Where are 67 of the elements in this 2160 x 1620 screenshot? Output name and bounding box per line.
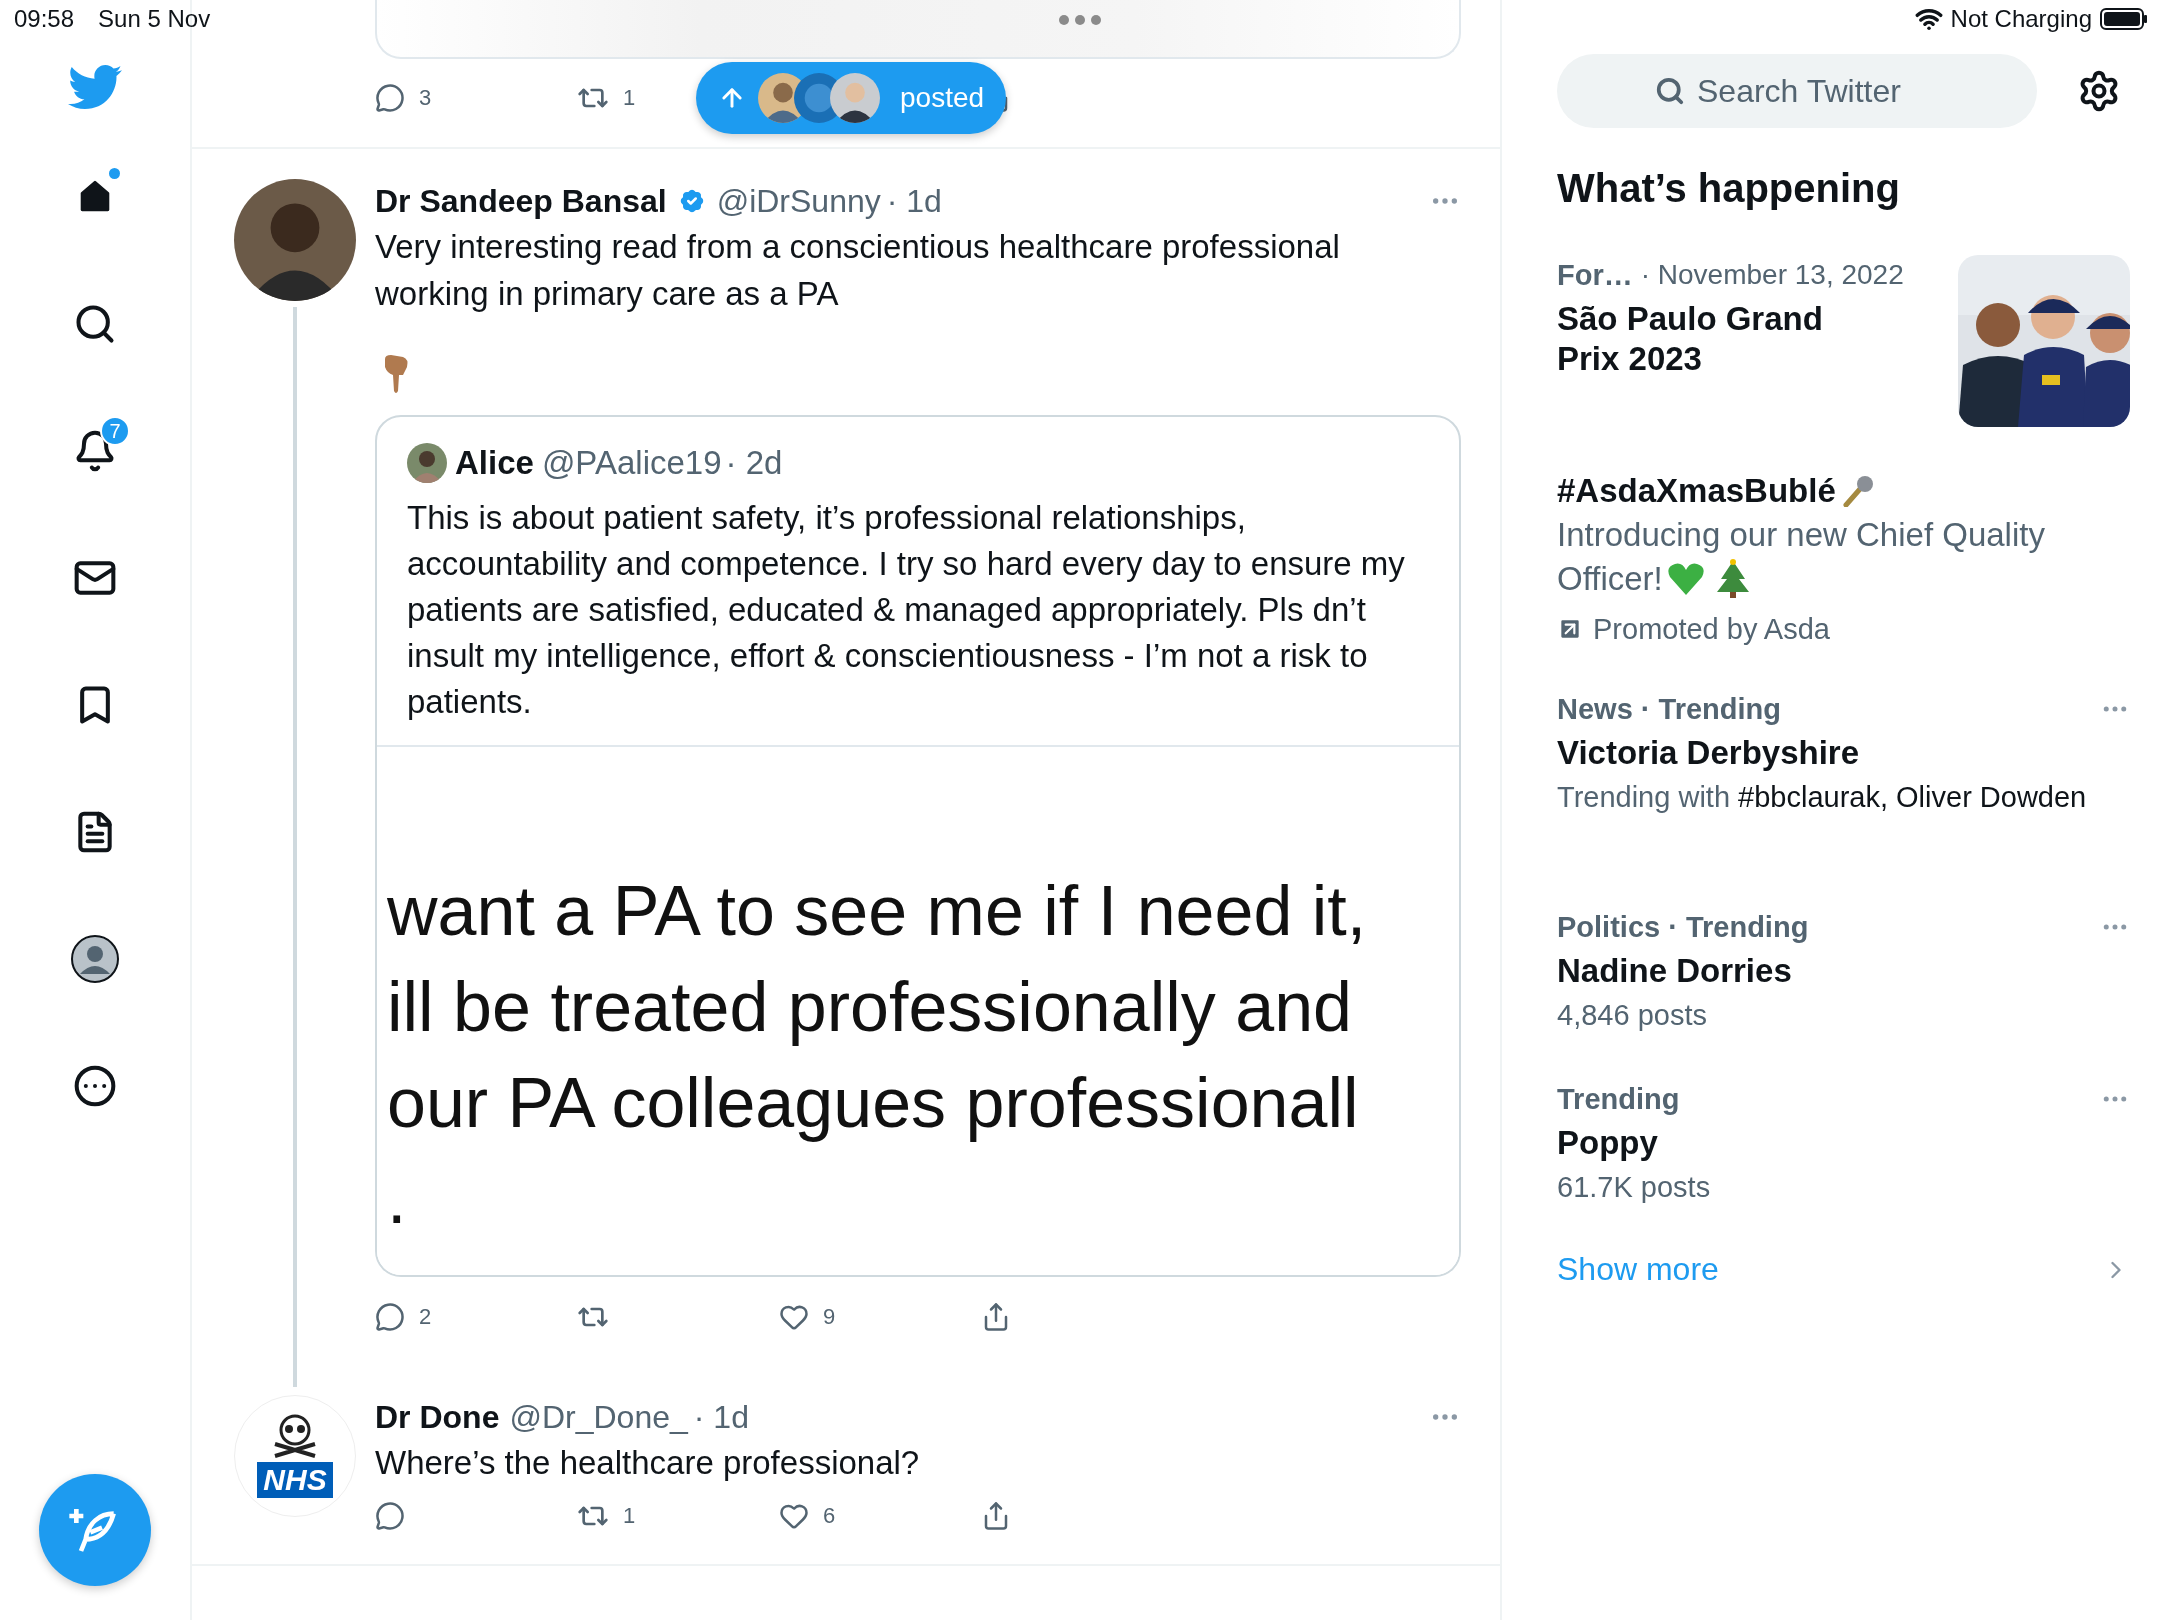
quoted-tweet-card[interactable] xyxy=(375,415,1461,1277)
author-name[interactable]: Dr Sandeep Bansal xyxy=(375,182,667,220)
search-input[interactable]: Search Twitter xyxy=(1695,71,1939,111)
more-icon xyxy=(73,1064,117,1108)
quoted-tweet-text: This is about patient safety, it’s professional relationships, accountability and competence. I try so hard every day to ensure my patients are satisfied, educated & managed appropriately. Pls dn’t insult my intelligence, effort & conscientiousness - I’m not a risk to patients. xyxy=(406,498,1406,722)
tweet-text: Where’s the healthcare professional? xyxy=(375,1443,921,1483)
trend-title: #AsdaXmasBublé xyxy=(1557,471,1836,511)
microphone-icon xyxy=(1841,475,1874,507)
image-text-line: . xyxy=(387,1159,408,1240)
trend-detail: 61.7K posts xyxy=(1557,1170,1712,1205)
quoted-author-handle: @PAalice19 xyxy=(541,444,722,482)
reply-count: 2 xyxy=(419,1304,432,1330)
like-count: 9 xyxy=(823,1304,836,1330)
trend-context: Politics · Trending xyxy=(1557,909,1809,945)
search-icon xyxy=(1655,76,1685,106)
trend-date: · November 13, 2022 xyxy=(1640,259,1904,291)
heart-emoji-icon xyxy=(1666,561,1705,597)
profile-avatar-icon xyxy=(70,934,120,984)
trend-item[interactable]: Politics · Trending Nadine Dorries 4,846 posts xyxy=(1557,907,2130,1079)
status-date: Sun 5 Nov xyxy=(98,5,211,33)
trend-item[interactable]: For… · November 13, 2022 São Paulo Grand Prix 2023 xyxy=(1557,255,2130,471)
trend-title: São Paulo Grand Prix 2023 xyxy=(1557,299,1824,379)
tweet-time: · 1d xyxy=(693,1398,749,1436)
retweet-count: 1 xyxy=(623,85,636,111)
search-icon xyxy=(73,302,117,346)
compose-button[interactable] xyxy=(39,1474,151,1586)
reply-icon[interactable] xyxy=(375,1302,405,1332)
christmas-tree-icon xyxy=(1714,559,1751,599)
author-handle[interactable]: @Dr_Done_ xyxy=(509,1398,688,1436)
reply-count: 3 xyxy=(419,85,432,111)
trend-item[interactable]: Trending Poppy 61.7K posts xyxy=(1557,1079,2130,1251)
battery-status: Not Charging xyxy=(1950,5,2092,33)
notification-badge: 7 xyxy=(100,416,130,446)
section-heading: What’s happening xyxy=(1557,166,1901,211)
quoted-tweet-time: · 2d xyxy=(725,444,783,482)
promoted-trend[interactable]: #AsdaXmasBublé Introducing our new Chief Quality Officer! Promoted by Asda xyxy=(1557,471,2130,689)
trend-detail: 4,846 posts xyxy=(1557,998,1708,1033)
trend-context: News · Trending xyxy=(1557,691,1781,727)
trend-context: For… xyxy=(1557,257,1633,293)
image-text-line: our PA colleagues professionall xyxy=(387,1063,1360,1144)
user-avatar-icon xyxy=(830,73,880,123)
tweet-time: · 1d xyxy=(886,182,942,220)
trend-title: Nadine Dorries xyxy=(1557,951,1793,991)
quoted-author-name: Alice xyxy=(455,444,534,482)
trend-context: Trending xyxy=(1557,1081,1680,1117)
trend-title: Poppy xyxy=(1557,1123,1659,1163)
trend-title: Victoria Derbyshire xyxy=(1557,733,1861,773)
reply-icon[interactable] xyxy=(375,83,405,113)
image-text-line: ill be treated professionally and xyxy=(387,967,1354,1048)
trend-item[interactable]: News · Trending Victoria Derbyshire Trending with #bbclaurak, Oliver Dowden xyxy=(1557,689,2130,907)
image-text-line: want a PA to see me if I need it, xyxy=(387,871,1368,952)
search-field[interactable]: Search Twitter xyxy=(1557,54,2037,128)
user-avatar: NHS xyxy=(234,1395,356,1517)
tweet-text: Very interesting read from a conscientious healthcare professional working in primary care as a PA xyxy=(375,227,1341,314)
multitasking-dots-icon[interactable] xyxy=(1058,14,1102,26)
promoted-description: Officer! xyxy=(1557,559,1663,599)
promoted-by-label: Promoted by Asda xyxy=(1593,612,1830,647)
status-time: 09:58 xyxy=(14,5,75,33)
author-name[interactable]: Dr Done xyxy=(375,1398,500,1436)
like-count: 6 xyxy=(823,1503,836,1529)
battery-icon xyxy=(2100,7,2148,31)
reply-icon[interactable] xyxy=(375,1501,405,1531)
retweet-count: 1 xyxy=(623,1503,636,1529)
trend-detail: Trending with #bbclaurak, Oliver Dowden xyxy=(1557,780,2088,815)
author-handle[interactable]: @iDrSunny xyxy=(716,182,881,220)
quoted-author-avatar xyxy=(407,443,447,483)
promoted-description: Introducing our new Chief Quality xyxy=(1557,515,2046,555)
